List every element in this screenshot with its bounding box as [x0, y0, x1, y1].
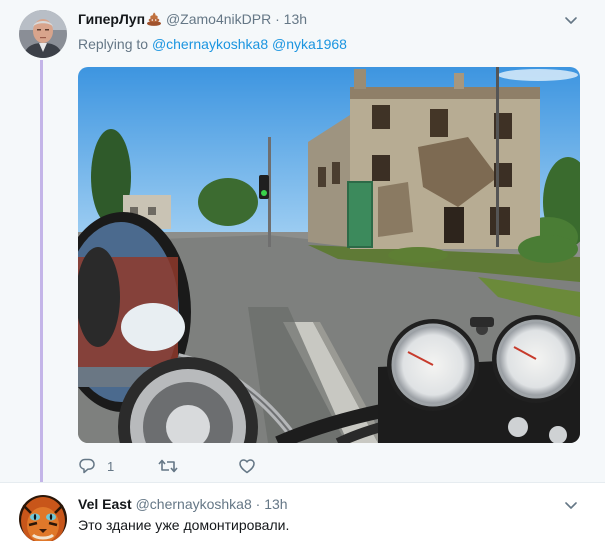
separator-dot: · [275, 11, 280, 27]
reply-count: 1 [107, 458, 115, 474]
chevron-down-icon[interactable] [563, 12, 579, 28]
tweet-header: Vel East @chernaykoshka8 · 13h [78, 495, 288, 513]
display-name[interactable]: ГиперЛуп [78, 11, 145, 27]
reply-action[interactable]: 1 [78, 457, 158, 475]
tweet-header: ГиперЛуп @Zamo4nikDPR · 13h [78, 10, 307, 28]
like-action[interactable] [238, 457, 262, 475]
user-handle[interactable]: @chernaykoshka8 [136, 496, 252, 512]
separator-dot: · [255, 496, 261, 512]
retweet-icon[interactable] [158, 457, 178, 475]
mention-link[interactable]: @chernaykoshka8 [152, 36, 268, 52]
pile-of-poo-icon [146, 12, 162, 26]
chevron-down-icon[interactable] [563, 497, 579, 513]
tweet-reply[interactable]: Vel East @chernaykoshka8 · 13h Это здани… [0, 482, 605, 541]
tweet-primary[interactable]: ГиперЛуп @Zamo4nikDPR · 13h Replying to … [0, 0, 605, 488]
tweet-text: Это здание уже домонтировали. [78, 517, 290, 533]
avatar[interactable] [19, 495, 67, 541]
timestamp[interactable]: 13h [284, 11, 307, 27]
like-icon[interactable] [238, 457, 256, 475]
display-name[interactable]: Vel East [78, 496, 132, 512]
retweet-action[interactable] [158, 457, 238, 475]
replying-to-line: Replying to @chernaykoshka8 @nyka1968 [78, 35, 347, 53]
tweet-photo[interactable] [78, 67, 580, 443]
replying-label: Replying to [78, 36, 149, 52]
avatar[interactable] [19, 10, 67, 58]
tweet-actions: 1 [78, 456, 262, 476]
reply-icon[interactable] [78, 457, 96, 475]
thread-connector-line [40, 60, 43, 488]
mention-link[interactable]: @nyka1968 [272, 36, 347, 52]
timestamp[interactable]: 13h [264, 496, 287, 512]
user-handle[interactable]: @Zamo4nikDPR [166, 11, 271, 27]
